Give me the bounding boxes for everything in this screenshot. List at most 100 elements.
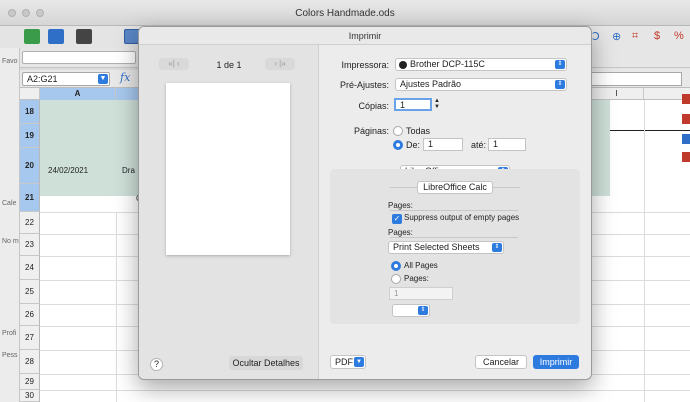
row-header-21[interactable]: 21 (20, 184, 40, 212)
hide-details-button[interactable]: Ocultar Detalhes (229, 356, 303, 370)
all-pages-radio[interactable] (391, 261, 401, 271)
divider (390, 237, 518, 238)
pdf-label: PDF (335, 357, 353, 367)
help-button[interactable]: ? (150, 358, 163, 371)
sidebar-label-name: No m (2, 238, 19, 245)
spellcheck-icon[interactable]: Ↄ (592, 30, 600, 43)
copies-field[interactable]: 1 (394, 98, 432, 111)
cancel-button[interactable]: Cancelar (475, 355, 527, 369)
row-header-29[interactable]: 29 (20, 374, 40, 390)
page-preview (166, 83, 290, 255)
printer-label: Impressora: (341, 60, 389, 70)
presets-popup[interactable]: Ajustes Padrão ⇕ (395, 78, 567, 91)
row-header-28[interactable]: 28 (20, 350, 40, 374)
print-button[interactable]: Imprimir (533, 355, 579, 369)
chevron-updown-icon: ⇕ (418, 306, 428, 315)
libreoffice-calc-button[interactable]: LibreOffice Calc (417, 181, 493, 194)
select-all-corner[interactable] (20, 88, 40, 100)
row-header-20[interactable]: 20 (20, 148, 40, 184)
printer-popup[interactable]: Brother DCP-115C ⇕ (395, 58, 567, 71)
grid-line (644, 100, 645, 402)
chevron-updown-icon: ⇕ (555, 80, 565, 89)
copies-label: Cópias: (358, 101, 389, 111)
dialog-titlebar: Imprimir (139, 27, 591, 45)
row-header-26[interactable]: 26 (20, 304, 40, 326)
insert-comment-icon[interactable]: ⌗ (632, 30, 638, 43)
chevron-down-icon[interactable]: ▼ (98, 74, 108, 84)
pages-label: Páginas: (353, 126, 389, 136)
row-header-30[interactable]: 30 (20, 390, 40, 402)
page-count: 1 de 1 (216, 60, 242, 70)
grid-line (40, 390, 690, 391)
sidebar-label-calendar: Cale (2, 200, 17, 207)
first-prev-page-button[interactable]: «| ‹ (159, 58, 189, 70)
pages-from-label: De: (406, 140, 421, 150)
row-header-18[interactable]: 18 (20, 100, 40, 124)
all-pages-label: All Pages (404, 261, 438, 270)
copies-stepper[interactable]: ▲ ▼ (434, 98, 440, 111)
pages-option-radio[interactable] (391, 274, 401, 284)
divider (390, 210, 518, 211)
pages-group-title: Pages: (388, 201, 413, 210)
pages-all-radio[interactable] (393, 126, 403, 136)
sidebar-label-people: Pess (2, 352, 18, 359)
column-header-a[interactable]: A (40, 88, 116, 100)
row-header-23[interactable]: 23 (20, 234, 40, 256)
row-header-25[interactable]: 25 (20, 280, 40, 304)
open-folder-icon[interactable] (48, 29, 64, 44)
row-header-22[interactable]: 22 (20, 212, 40, 234)
chevron-updown-icon: ⇕ (555, 60, 565, 69)
gallery-icon[interactable] (682, 134, 690, 144)
libreoffice-calc-window: Colors Handmade.ods Ↄ ⊕ ⌗ $ % A2:G21 ▼ f… (0, 0, 690, 402)
save-icon[interactable] (76, 29, 92, 44)
printer-value: Brother DCP-115C (410, 59, 485, 69)
sidebar-label-favorites: Favo (2, 58, 18, 65)
printer-status-icon (399, 61, 407, 69)
hyperlink-icon[interactable]: ⊕ (612, 30, 621, 43)
font-name-combo[interactable] (22, 51, 136, 64)
new-spreadsheet-icon[interactable] (24, 29, 40, 44)
presets-label: Pré-Ajustes: (339, 80, 389, 90)
pages-to-field[interactable]: 1 (488, 138, 526, 151)
next-last-page-button[interactable]: › |» (265, 58, 295, 70)
pages-all-label: Todas (406, 126, 431, 136)
cell-border (610, 130, 690, 131)
pages-range-radio[interactable] (393, 140, 403, 150)
window-titlebar: Colors Handmade.ods (0, 0, 690, 26)
document-title: Colors Handmade.ods (295, 8, 395, 19)
pages-to-label: até: (471, 140, 487, 150)
suppress-empty-label: Suppress output of empty pages (404, 213, 520, 222)
cell-b20[interactable]: Dra (122, 166, 135, 175)
row-header-19[interactable]: 19 (20, 124, 40, 148)
column-header-i[interactable]: I (590, 88, 644, 100)
print-dialog: Imprimir «| ‹ 1 de 1 › |» ? Ocultar Deta… (138, 26, 592, 380)
chevron-updown-icon: ⇕ (492, 243, 502, 252)
properties-icon[interactable] (682, 94, 690, 104)
grid-line (116, 212, 117, 402)
name-box-value: A2:G21 (27, 74, 58, 84)
percent-format-icon[interactable]: % (674, 30, 684, 42)
sidebar-label-profile: Profi (2, 330, 17, 337)
print-selection-popup[interactable]: Print Selected Sheets ⇕ (388, 241, 504, 254)
navigator-icon[interactable] (682, 152, 690, 162)
pages-range-field[interactable]: 1 (389, 287, 453, 300)
pages-from-field[interactable]: 1 (423, 138, 463, 151)
name-box[interactable]: A2:G21 ▼ (22, 72, 110, 86)
chevron-down-icon: ▼ (354, 357, 364, 367)
formula-input[interactable] (590, 72, 682, 86)
print-preview-pane: «| ‹ 1 de 1 › |» ? Ocultar Detalhes (139, 45, 319, 379)
pdf-menu-button[interactable]: PDF ▼ (330, 355, 366, 369)
right-sidebar-icons (682, 88, 690, 168)
print-selection-value: Print Selected Sheets (393, 242, 480, 252)
styles-icon[interactable] (682, 114, 690, 124)
pages-option-label: Pages: (404, 274, 429, 283)
dialog-title: Imprimir (348, 31, 382, 41)
presets-value: Ajustes Padrão (400, 79, 462, 89)
extra-options-popup[interactable]: ⇕ (392, 304, 430, 317)
number-format-icon[interactable]: $ (654, 30, 660, 42)
row-header-24[interactable]: 24 (20, 256, 40, 280)
suppress-empty-checkbox[interactable]: ✓ (392, 214, 402, 224)
function-wizard-icon[interactable]: fx (120, 71, 130, 84)
cell-a20[interactable]: 24/02/2021 (48, 166, 88, 175)
row-header-27[interactable]: 27 (20, 326, 40, 350)
